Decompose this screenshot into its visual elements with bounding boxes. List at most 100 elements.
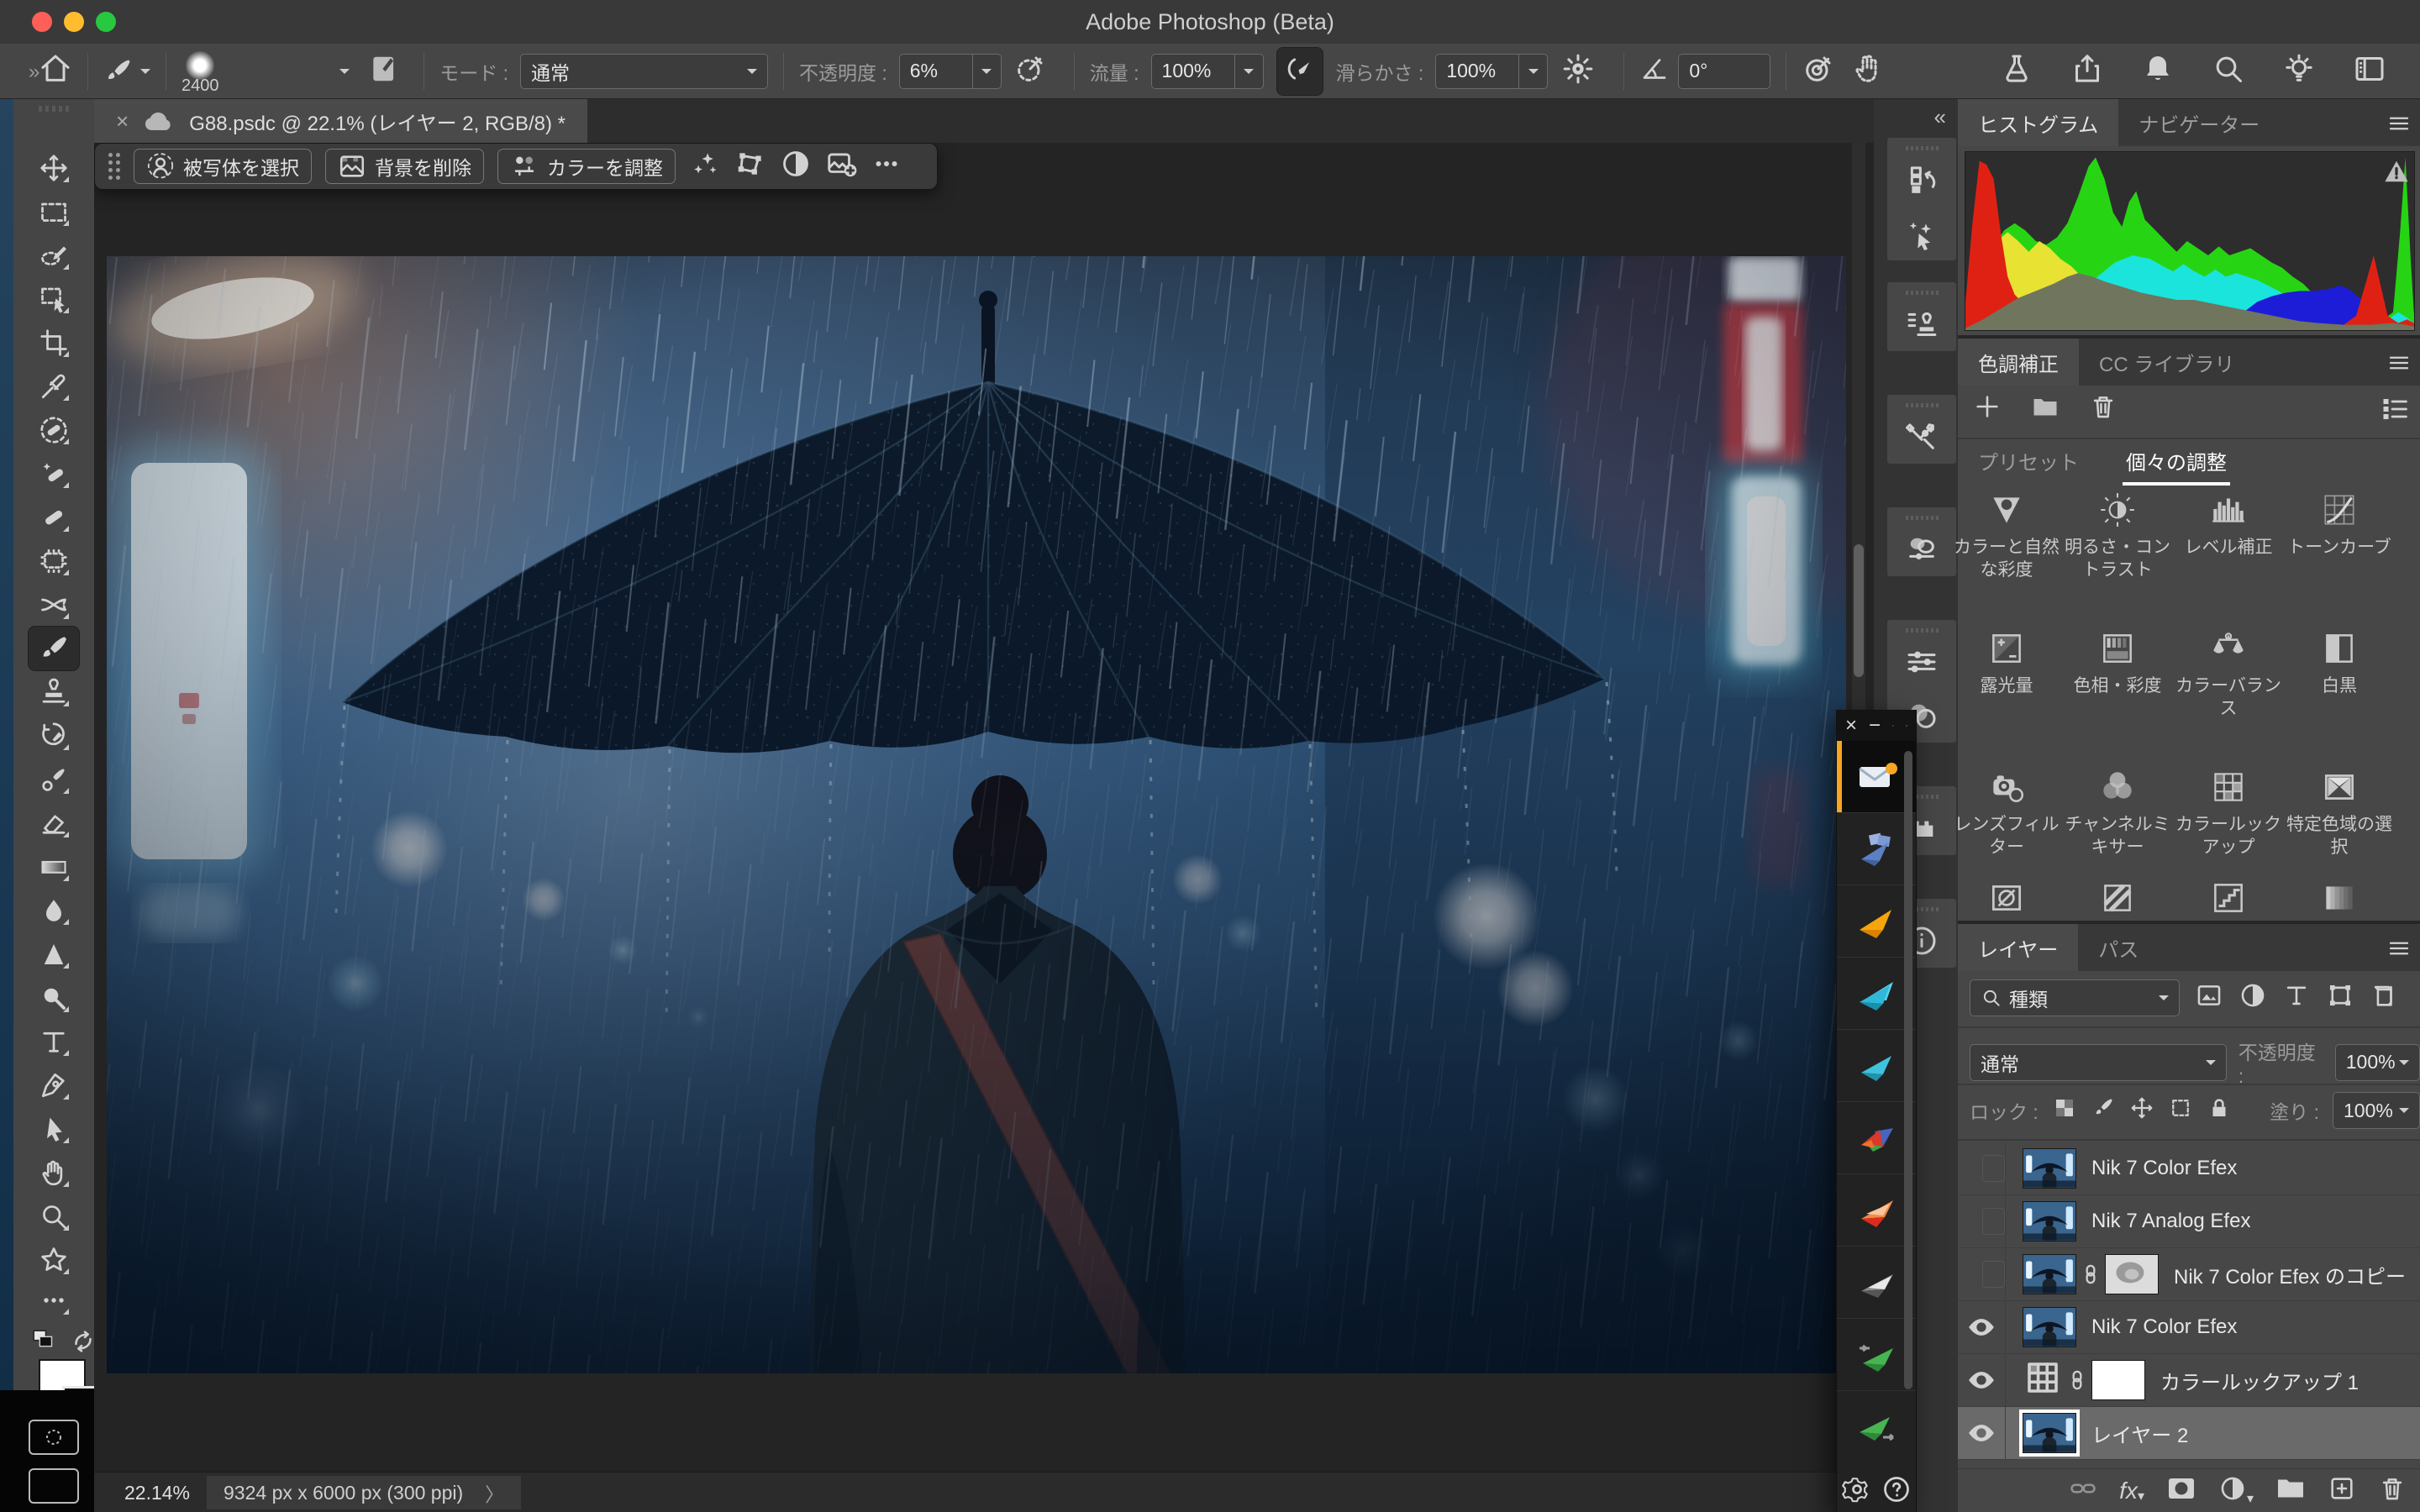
tool-presets-icon[interactable] — [1887, 410, 1956, 464]
visibility-toggle[interactable] — [1958, 1407, 2006, 1459]
layer-row[interactable]: Nik 7 Color Efex — [1958, 1301, 2420, 1354]
layer-row[interactable]: レイヤー 2 — [1958, 1407, 2420, 1460]
screen-mode-button[interactable] — [29, 1468, 79, 1504]
properties-icon[interactable] — [1887, 522, 1956, 576]
adjustment-item[interactable]: カラーバランス — [2175, 628, 2282, 720]
adjustment-item[interactable]: チャンネルミキサー — [2064, 767, 2171, 858]
canvas-area[interactable]: 被写体を選択 背景を削除 カラーを調整 22.14% 9324 px x 600… — [94, 143, 1874, 1512]
move-tool[interactable] — [37, 151, 71, 185]
visibility-toggle[interactable] — [1958, 1301, 2006, 1353]
layer-row[interactable]: カラールックアップ 1 — [1958, 1354, 2420, 1407]
shape-filter-icon[interactable] — [2326, 981, 2354, 1015]
layer-row[interactable]: Nik 7 Analog Efex — [1958, 1195, 2420, 1248]
adjust-color-button[interactable]: カラーを調整 — [497, 149, 676, 184]
rectangular-marquee-tool[interactable] — [37, 195, 71, 228]
adjustments-sliders-icon[interactable] — [1887, 635, 1956, 689]
zoom-window-button[interactable] — [96, 12, 116, 32]
adjustment-item[interactable]: 白黒 — [2286, 628, 2393, 697]
settings-gear-icon[interactable] — [1842, 1474, 1872, 1504]
path-selection-tool[interactable] — [37, 1112, 71, 1146]
folder-icon[interactable] — [2030, 391, 2060, 427]
clone-stamp-tool[interactable] — [37, 675, 71, 709]
smoothing-input[interactable]: 100% — [1435, 54, 1519, 89]
lock-pixels-icon[interactable] — [2091, 1095, 2116, 1126]
notifications-bell-icon[interactable] — [2141, 52, 2175, 91]
tab-layers[interactable]: レイヤー — [1958, 924, 2078, 971]
workspace-icon[interactable] — [2353, 52, 2386, 91]
remove-background-button[interactable]: 背景を削除 — [325, 149, 484, 184]
adjustment-item[interactable]: カラーと自然な彩度 — [1953, 490, 2060, 581]
eraser-tool[interactable] — [37, 806, 71, 840]
adjustment-item[interactable]: レンズフィルター — [1953, 767, 2060, 858]
mask-link-icon[interactable] — [2083, 1263, 2098, 1285]
crop-tool[interactable] — [37, 326, 71, 360]
list-view-icon[interactable] — [2380, 394, 2410, 429]
help-icon[interactable] — [1881, 1474, 1912, 1504]
shape-star-tool[interactable] — [37, 1243, 71, 1277]
minimize-window-button[interactable] — [64, 12, 84, 32]
taskbar-grip-handle[interactable] — [108, 153, 120, 180]
tab-presets[interactable]: プリセット — [1978, 446, 2079, 486]
blend-mode-select[interactable]: 通常 — [520, 54, 768, 89]
tab-histogram[interactable]: ヒストグラム — [1958, 99, 2118, 146]
dodge-tool[interactable] — [37, 981, 71, 1015]
visibility-toggle[interactable] — [1958, 1354, 2006, 1406]
link-layers-icon[interactable] — [2069, 1474, 2097, 1508]
generate-wand-icon[interactable] — [1887, 207, 1956, 260]
default-colors-icon[interactable] — [30, 1327, 59, 1361]
layer-style-fx-icon[interactable]: fx▾ — [2119, 1478, 2144, 1504]
brush-size-picker[interactable]: 2400 — [182, 51, 219, 92]
tab-cc-libraries[interactable]: CC ライブラリ — [2079, 339, 2254, 386]
smoothing-chevron[interactable] — [1519, 54, 1548, 89]
gesture-icon[interactable] — [1850, 52, 1884, 91]
share-icon[interactable] — [2070, 52, 2104, 91]
dock-collapse-chevrons[interactable]: « — [1934, 104, 1946, 130]
flow-chevron[interactable] — [1235, 54, 1264, 89]
new-layer-icon[interactable] — [2328, 1474, 2356, 1508]
brush-settings-panel-icon[interactable] — [368, 53, 400, 90]
opacity-input[interactable]: 6% — [899, 54, 973, 89]
eyedropper-tool[interactable] — [37, 370, 71, 403]
pen-tool[interactable] — [37, 1068, 71, 1102]
history-brush-tool[interactable] — [37, 719, 71, 753]
swap-colors-icon[interactable] — [69, 1327, 97, 1361]
lock-position-icon[interactable] — [2129, 1095, 2154, 1126]
frame-tool[interactable] — [37, 544, 71, 578]
tab-paths[interactable]: パス — [2078, 924, 2159, 971]
content-aware-move-tool[interactable] — [37, 588, 71, 622]
visibility-toggle[interactable] — [1958, 1195, 2006, 1247]
nik-panel-view-icon[interactable] — [1892, 717, 1894, 735]
toolbar-expand-chevrons[interactable]: » — [29, 60, 39, 84]
layer-opacity-input[interactable]: 100% — [2335, 1044, 2420, 1081]
nik-close-icon[interactable]: × — [1845, 714, 1857, 738]
home-icon[interactable] — [39, 52, 72, 91]
brush-tool[interactable] — [29, 627, 79, 670]
panel-menu-icon[interactable] — [2386, 352, 2412, 379]
nik-minimize-icon[interactable]: − — [1869, 714, 1881, 738]
nik-item-perspective[interactable] — [1837, 1391, 1916, 1462]
gradient-tool[interactable] — [37, 850, 71, 884]
healing-brush-tool[interactable] — [37, 501, 71, 534]
adjustment-item[interactable]: 色相・彩度 — [2064, 628, 2171, 697]
close-window-button[interactable] — [32, 12, 52, 32]
adjustment-item[interactable]: レベル補正 — [2175, 490, 2282, 559]
hand-tool[interactable] — [37, 1156, 71, 1189]
layer-blend-mode-select[interactable]: 通常 — [1970, 1044, 2227, 1081]
pressure-size-icon[interactable] — [1802, 52, 1835, 91]
new-adjustment-icon[interactable]: ▾ — [2218, 1474, 2254, 1508]
visibility-toggle[interactable] — [1958, 1248, 2006, 1300]
selection-brush-tool[interactable] — [37, 239, 71, 272]
panel-menu-icon[interactable] — [2386, 113, 2412, 139]
clone-source-icon[interactable] — [1887, 297, 1956, 351]
opacity-chevron[interactable] — [973, 54, 1002, 89]
more-options-icon[interactable] — [871, 148, 902, 185]
sharpen-tool[interactable] — [37, 937, 71, 971]
visibility-toggle[interactable] — [1958, 1142, 2006, 1194]
tool-preset-picker[interactable] — [103, 56, 150, 87]
layer-filter-select[interactable]: 種類 — [1970, 979, 2180, 1016]
adjustment-item[interactable]: 露光量 — [1953, 628, 2060, 697]
tab-navigator[interactable]: ナビゲーター — [2118, 99, 2280, 146]
zoom-tool[interactable] — [37, 1200, 71, 1233]
lock-transparency-icon[interactable] — [2052, 1095, 2077, 1126]
flow-input[interactable]: 100% — [1151, 54, 1235, 89]
